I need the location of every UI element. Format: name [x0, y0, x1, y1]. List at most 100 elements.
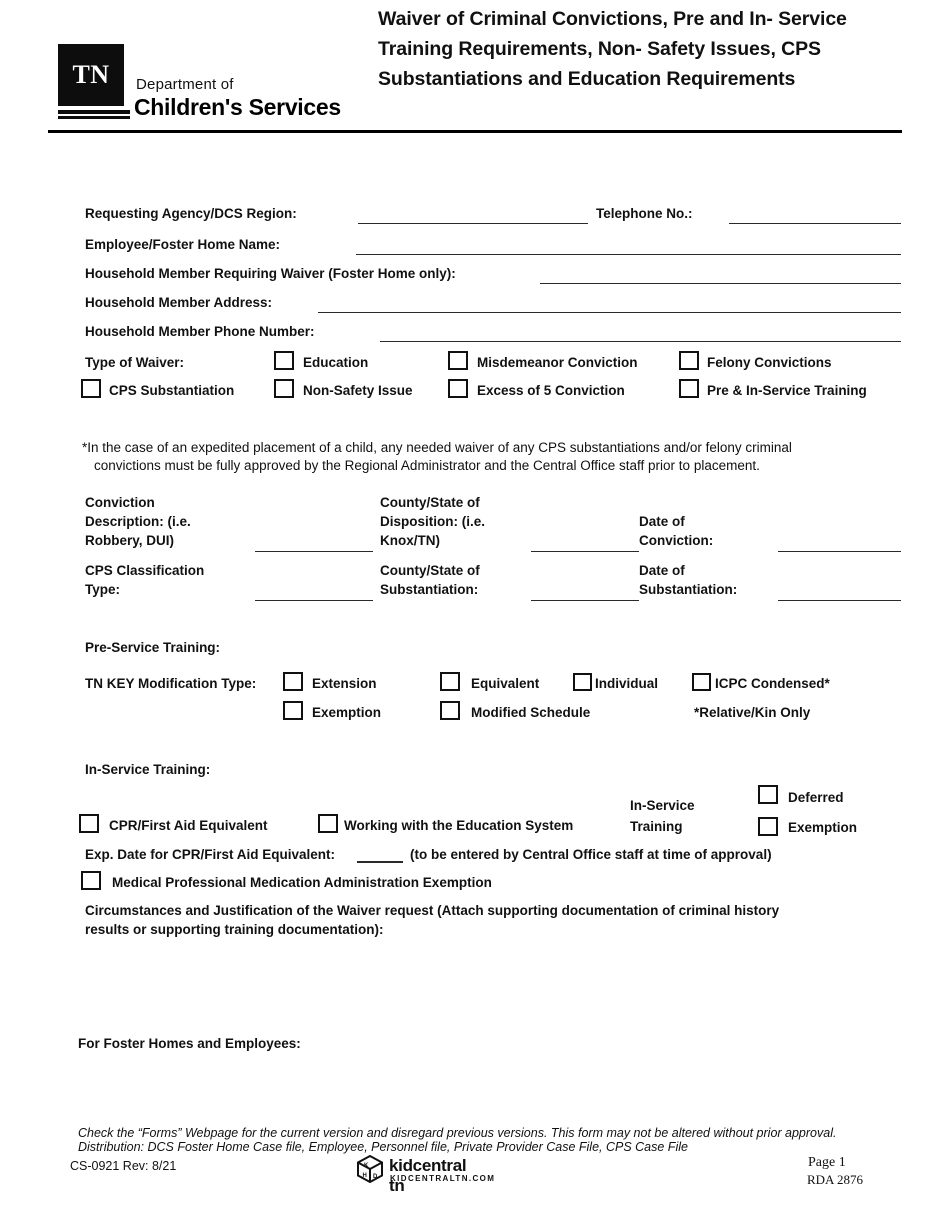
page-header: TN Department of Children's Services Wai…: [0, 0, 950, 140]
label-equivalent: Equivalent: [471, 676, 540, 691]
kidcentral-url: KIDCENTRALTN.COM: [390, 1174, 496, 1183]
svg-text:K: K: [364, 1163, 369, 1169]
tn-badge-icon: TN: [58, 44, 124, 106]
label-individual: Individual: [595, 676, 659, 691]
label-working-education-system: Working with the Education System: [344, 818, 574, 833]
footer-page-number: Page 1: [808, 1155, 846, 1170]
exp-date-prefix-label: Exp. Date for CPR/First Aid Equivalent:: [85, 847, 336, 862]
label-deferred: Deferred: [788, 790, 844, 805]
header-divider: [48, 130, 902, 133]
footer-form-id: CS-0921 Rev: 8/21: [70, 1159, 177, 1173]
label-misdemeanor-conviction: Misdemeanor Conviction: [477, 355, 638, 370]
page-title: Waiver of Criminal Convictions, Pre and …: [378, 8, 847, 90]
employee-foster-home-label: Employee/Foster Home Name:: [85, 237, 281, 252]
in-service-heading: In-Service Training:: [85, 762, 211, 777]
checkbox-misdemeanor-conviction[interactable]: [448, 351, 468, 370]
telephone-input[interactable]: [729, 223, 901, 224]
label-non-safety-issue: Non-Safety Issue: [303, 383, 413, 398]
label-cps-substantiation: CPS Substantiation: [109, 383, 235, 398]
label-icpc-condensed: ICPC Condensed*: [715, 676, 830, 691]
requesting-agency-label: Requesting Agency/DCS Region:: [85, 206, 297, 221]
footer-notice-line2: Distribution: DCS Foster Home Case file,…: [78, 1140, 688, 1154]
household-member-waiver-label: Household Member Requiring Waiver (Foste…: [85, 266, 456, 281]
exp-date-suffix-label: (to be entered by Central Office staff a…: [410, 847, 772, 862]
county-substantiation-label-l2: Substantiation:: [380, 582, 479, 597]
checkbox-extension[interactable]: [283, 672, 303, 691]
checkbox-working-education-system[interactable]: [318, 814, 338, 833]
label-felony-convictions: Felony Convictions: [707, 355, 832, 370]
agency-name: Children's Services: [134, 94, 341, 120]
county-substantiation-input[interactable]: [531, 600, 639, 601]
date-substantiation-label-l2: Substantiation:: [639, 582, 738, 597]
checkbox-deferred[interactable]: [758, 785, 778, 804]
checkbox-exemption-inservice[interactable]: [758, 817, 778, 836]
for-foster-homes-heading: For Foster Homes and Employees:: [78, 1036, 301, 1051]
label-modified-schedule: Modified Schedule: [471, 705, 591, 720]
form-page: TN Department of Children's Services Wai…: [0, 0, 950, 1230]
label-medical-professional-exemption: Medical Professional Medication Administ…: [112, 875, 492, 890]
conviction-description-label-l1: Conviction: [85, 495, 155, 510]
label-education: Education: [303, 355, 369, 370]
tn-badge-label: TN: [72, 60, 110, 89]
cps-classification-input[interactable]: [255, 600, 373, 601]
label-exemption-inservice: Exemption: [788, 820, 858, 835]
expedited-note-line2: convictions must be fully approved by th…: [94, 458, 760, 473]
circumstances-label-line2: results or supporting training documenta…: [85, 922, 384, 937]
household-phone-input[interactable]: [380, 341, 901, 342]
conviction-description-label-l2: Description: (i.e.: [85, 514, 191, 529]
date-substantiation-label-l1: Date of: [639, 563, 685, 578]
type-of-waiver-label: Type of Waiver:: [85, 355, 185, 370]
date-conviction-input[interactable]: [778, 551, 901, 552]
cps-classification-label-l1: CPS Classification: [85, 563, 205, 578]
checkbox-icpc-condensed[interactable]: [692, 673, 711, 691]
pre-service-heading: Pre-Service Training:: [85, 640, 221, 655]
logo-underbar-1: [58, 110, 130, 114]
checkbox-non-safety-issue[interactable]: [274, 379, 294, 398]
requesting-agency-input[interactable]: [358, 223, 588, 224]
date-conviction-label-l2: Conviction:: [639, 533, 714, 548]
telephone-label: Telephone No.:: [596, 206, 693, 221]
in-service-training-label-l1: In-Service: [630, 798, 695, 813]
county-disposition-label-l3: Knox/TN): [380, 533, 440, 548]
checkbox-cpr-first-aid-equivalent[interactable]: [79, 814, 99, 833]
household-member-waiver-input[interactable]: [540, 283, 901, 284]
cps-classification-label-l2: Type:: [85, 582, 121, 597]
label-cpr-first-aid-equivalent: CPR/First Aid Equivalent: [109, 818, 268, 833]
department-line: Department of: [136, 76, 234, 93]
date-substantiation-input[interactable]: [778, 600, 901, 601]
relative-kin-footnote: *Relative/Kin Only: [694, 705, 811, 720]
employee-foster-home-input[interactable]: [356, 254, 901, 255]
checkbox-pre-in-service-training[interactable]: [679, 379, 699, 398]
circumstances-textarea[interactable]: [85, 944, 875, 1024]
circumstances-label-line1: Circumstances and Justification of the W…: [85, 903, 780, 918]
cube-icon: K H D: [357, 1155, 383, 1183]
tn-key-modification-label: TN KEY Modification Type:: [85, 676, 257, 691]
checkbox-education[interactable]: [274, 351, 294, 370]
label-extension: Extension: [312, 676, 377, 691]
checkbox-excess-of-5-conviction[interactable]: [448, 379, 468, 398]
county-substantiation-label-l1: County/State of: [380, 563, 480, 578]
checkbox-medical-professional-exemption[interactable]: [81, 871, 101, 890]
in-service-training-label-l2: Training: [630, 819, 683, 834]
household-phone-label: Household Member Phone Number:: [85, 324, 315, 339]
checkbox-exemption-preservice[interactable]: [283, 701, 303, 720]
county-disposition-label-l2: Disposition: (i.e.: [380, 514, 486, 529]
label-excess-of-5-conviction: Excess of 5 Conviction: [477, 383, 625, 398]
checkbox-modified-schedule[interactable]: [440, 701, 460, 720]
household-address-input[interactable]: [318, 312, 901, 313]
footer-notice-line1: Check the “Forms” Webpage for the curren…: [78, 1126, 837, 1140]
checkbox-individual[interactable]: [573, 673, 592, 691]
checkbox-equivalent[interactable]: [440, 672, 460, 691]
logo-underbar-2: [58, 116, 130, 119]
checkbox-cps-substantiation[interactable]: [81, 379, 101, 398]
conviction-description-label-l3: Robbery, DUI): [85, 533, 175, 548]
svg-text:H: H: [363, 1173, 367, 1179]
conviction-description-input[interactable]: [255, 551, 373, 552]
date-conviction-label-l1: Date of: [639, 514, 685, 529]
footer-rda: RDA 2876: [807, 1172, 863, 1187]
checkbox-felony-convictions[interactable]: [679, 351, 699, 370]
county-disposition-input[interactable]: [531, 551, 639, 552]
exp-date-input[interactable]: [357, 861, 403, 863]
expedited-note-line1: *In the case of an expedited placement o…: [82, 440, 792, 455]
household-address-label: Household Member Address:: [85, 295, 273, 310]
